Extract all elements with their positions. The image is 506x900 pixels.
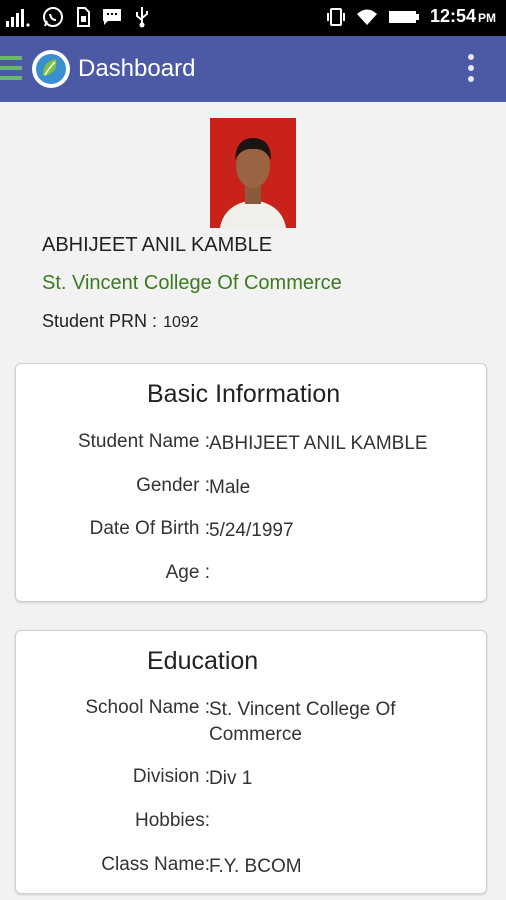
leaf-logo-icon: [36, 54, 66, 84]
age-label: Age :: [165, 562, 210, 583]
message-icon: [103, 9, 121, 25]
wifi-icon: [356, 9, 377, 25]
clock-ampm: PM: [478, 11, 496, 25]
division-label: Division :: [132, 766, 210, 787]
gender-value: Male: [209, 477, 251, 498]
battery-icon: [388, 10, 419, 23]
app-bar-title: Dashboard: [78, 55, 196, 82]
vibrate-icon: [326, 7, 345, 26]
signal-icon: [6, 9, 30, 27]
clock: 12:54 PM: [430, 6, 496, 27]
usb-icon: [136, 7, 148, 28]
student-photo: [210, 118, 296, 228]
sim-card-icon: [77, 7, 90, 27]
student-name: ABHIJEET ANIL KAMBLE: [42, 234, 273, 256]
education-card: Education School Name : St. Vincent Coll…: [15, 630, 487, 894]
more-options-icon[interactable]: [468, 54, 474, 84]
class-name-value: F.Y. BCOM: [209, 856, 302, 877]
dob-value: 5/24/1997: [209, 520, 294, 541]
status-icons-left: [6, 6, 150, 28]
student-name-label: Student Name :: [77, 431, 210, 452]
education-title: Education: [147, 647, 259, 675]
school-name-label: School Name :: [85, 697, 210, 718]
basic-information-card: Basic Information Student Name : ABHIJEE…: [15, 363, 487, 602]
status-icons-right: 12:54 PM: [326, 6, 496, 27]
basic-information-title: Basic Information: [147, 380, 341, 408]
student-photo-avatar: [210, 118, 296, 228]
app-logo: [32, 50, 70, 88]
app-bar: Dashboard: [0, 36, 506, 102]
menu-icon[interactable]: [0, 56, 22, 84]
division-value: Div 1: [209, 768, 253, 789]
prn-value: 1092: [163, 314, 199, 331]
status-bar: 12:54 PM: [0, 0, 506, 36]
whatsapp-icon: [43, 7, 63, 27]
gender-label: Gender :: [136, 475, 210, 496]
college-name: St. Vincent College Of Commerce: [42, 272, 342, 294]
class-name-label: Class Name:: [101, 854, 210, 875]
dob-label: Date Of Birth :: [89, 518, 210, 539]
hobbies-label: Hobbies:: [135, 810, 210, 831]
school-name-value: St. Vincent College Of Commerce: [209, 699, 396, 745]
student-prn: Student PRN : 1092: [42, 311, 199, 332]
student-name-value: ABHIJEET ANIL KAMBLE: [209, 433, 428, 454]
clock-time: 12:54: [429, 6, 476, 26]
prn-label: Student PRN :: [42, 311, 158, 331]
